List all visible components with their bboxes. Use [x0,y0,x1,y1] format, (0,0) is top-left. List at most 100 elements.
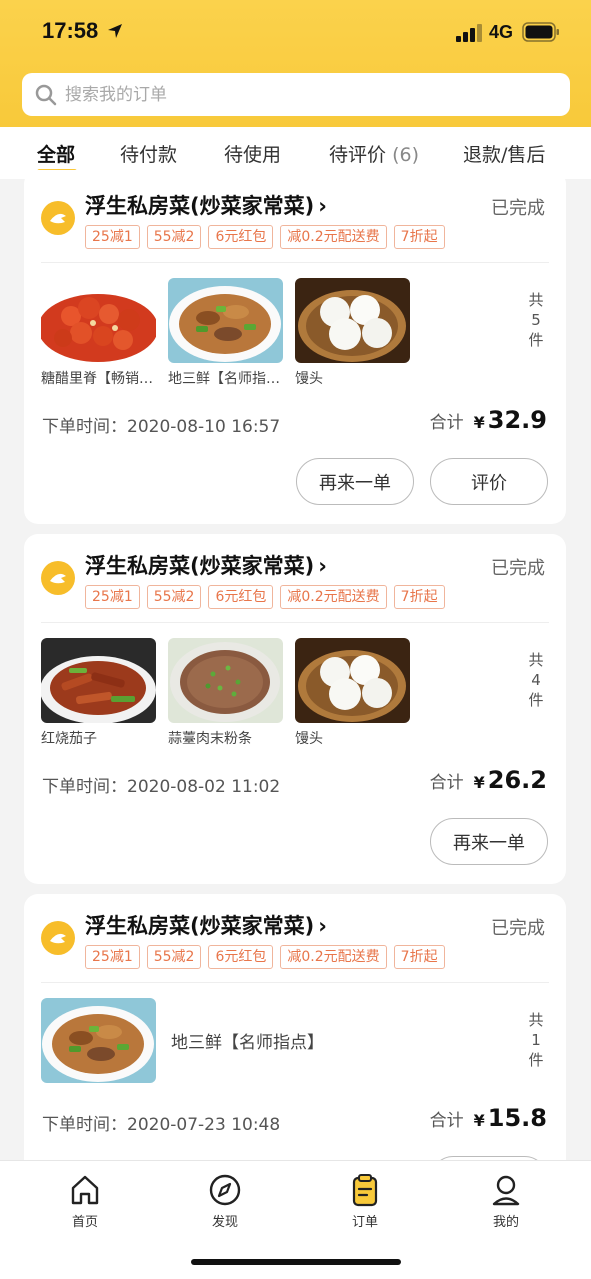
home-indicator [191,1259,401,1265]
nav-home[interactable]: 首页 [50,1173,120,1230]
tab-label: 全部 [37,144,76,166]
total-label: 合计 [429,1111,464,1131]
order-item[interactable]: 地三鲜【名师指点】 [41,998,324,1083]
tab-to-use[interactable]: 待使用 [224,140,281,167]
reorder-button[interactable]: 再来一单 [296,458,414,505]
count-suffix: 件 [528,331,544,349]
status-bar: 17:58 4G [0,0,591,66]
count-prefix: 共 [528,1011,544,1029]
order-icon [352,1174,378,1207]
home-icon [71,1175,99,1205]
promo-tag: 55减2 [146,225,202,249]
food-image-braised-eggplant [41,638,156,723]
order-item: 地三鲜【名师指点】 [168,278,283,388]
order-items[interactable]: 糖醋里脊【畅销推荐】 地三鲜【名师指点】 馒头 [41,278,410,388]
count-prefix: 共 [528,291,544,309]
reorder-button[interactable]: 再来一单 [430,818,548,865]
item-name: 馒头 [295,731,323,747]
shop-logo-icon [41,201,75,235]
order-total: 合计 ¥15.8 [430,1104,547,1132]
item-name: 糖醋里脊【畅销推荐】 [41,371,156,387]
promo-tags: 25减1 55减2 6元红包 减0.2元配送费 7折起 [85,225,445,249]
item-name: 红烧茄子 [41,731,97,747]
order-time-label: 下单时间： [42,777,127,797]
nav-label: 发现 [211,1215,238,1230]
order-status: 已完成 [491,198,545,219]
item-count: 共 5 件 [527,290,545,350]
promo-tag: 25减1 [85,945,140,969]
tab-to-review[interactable]: 待评价 (6) [329,140,419,167]
tab-pending-payment[interactable]: 待付款 [120,140,177,167]
promo-tag: 25减1 [85,225,140,249]
promo-tag: 55减2 [146,585,202,609]
total-amount: 15.8 [487,1104,547,1132]
cellular-signal-icon [456,24,482,42]
nav-label: 首页 [71,1215,98,1230]
battery-icon [522,22,559,42]
promo-tag: 减0.2元配送费 [280,585,387,609]
chevron-right-icon: › [318,194,327,218]
count-suffix: 件 [528,691,544,709]
review-button[interactable]: 评价 [430,458,548,505]
order-item: 馒头 [295,278,410,388]
divider [41,982,549,983]
order-card[interactable]: 浮生私房菜(炒菜家常菜) › 已完成 25减1 55减2 6元红包 减0.2元配送… [24,534,566,884]
item-count: 共 4 件 [527,650,545,710]
divider [41,622,549,623]
promo-tag: 7折起 [393,585,445,609]
status-time: 17:58 [42,18,99,43]
tab-refund[interactable]: 退款/售后 [463,140,545,167]
currency-symbol: ¥ [473,1111,485,1130]
nav-orders[interactable]: 订单 [330,1173,400,1230]
promo-tag: 25减1 [85,585,140,609]
count-value: 4 [531,671,541,689]
order-card[interactable]: 浮生私房菜(炒菜家常菜) › 已完成 25减1 55减2 6元红包 减0.2元配送… [24,170,566,524]
shop-name: 浮生私房菜(炒菜家常菜) [85,914,315,938]
food-image-di-san-xian [168,278,283,363]
compass-icon [209,1174,241,1206]
promo-tag: 7折起 [393,225,445,249]
order-time: 下单时间：2020-08-10 16:57 [42,412,280,437]
chevron-right-icon: › [318,914,327,938]
order-item: 糖醋里脊【畅销推荐】 [41,278,156,388]
total-label: 合计 [429,773,464,793]
search-bar[interactable] [22,73,570,116]
shop-name-link[interactable]: 浮生私房菜(炒菜家常菜) › [85,550,327,580]
nav-profile[interactable]: 我的 [471,1173,541,1230]
total-amount: 26.2 [487,766,547,794]
order-time-value: 2020-08-10 16:57 [127,417,281,437]
tab-all[interactable]: 全部 [37,140,75,167]
shop-name-link[interactable]: 浮生私房菜(炒菜家常菜) › [85,190,327,220]
divider [41,262,549,263]
shop-name: 浮生私房菜(炒菜家常菜) [85,194,315,218]
order-item: 蒜薹肉末粉条 [168,638,283,748]
promo-tag: 6元红包 [208,585,274,609]
order-card[interactable]: 浮生私房菜(炒菜家常菜) › 已完成 25减1 55减2 6元红包 减0.2元配送… [24,894,566,1194]
promo-tag: 减0.2元配送费 [280,945,387,969]
nav-label: 我的 [492,1215,519,1230]
currency-symbol: ¥ [473,413,485,432]
item-count: 共 1 件 [527,1010,545,1070]
search-input[interactable] [65,84,525,105]
item-name: 地三鲜【名师指点】 [171,1033,324,1053]
item-name: 馒头 [295,371,323,387]
order-time-value: 2020-08-02 11:02 [127,777,281,797]
count-suffix: 件 [528,1051,544,1069]
shop-name-link[interactable]: 浮生私房菜(炒菜家常菜) › [85,910,327,940]
tab-label: 待评价 [329,144,387,166]
promo-tag: 6元红包 [208,225,274,249]
promo-tags: 25减1 55减2 6元红包 减0.2元配送费 7折起 [85,945,445,969]
network-type: 4G [489,22,514,42]
nav-discover[interactable]: 发现 [190,1173,260,1230]
total-label: 合计 [429,413,464,433]
order-items[interactable]: 红烧茄子 蒜薹肉末粉条 馒头 [41,638,410,748]
location-arrow-icon [108,24,122,38]
nav-label: 订单 [351,1215,378,1230]
food-image-pork-vermicelli [168,638,283,723]
order-time-label: 下单时间： [42,1115,127,1135]
tab-count-badge: (6) [392,144,419,166]
chevron-right-icon: › [318,554,327,578]
promo-tag: 7折起 [393,945,445,969]
promo-tag: 减0.2元配送费 [280,225,387,249]
count-value: 5 [531,311,541,329]
